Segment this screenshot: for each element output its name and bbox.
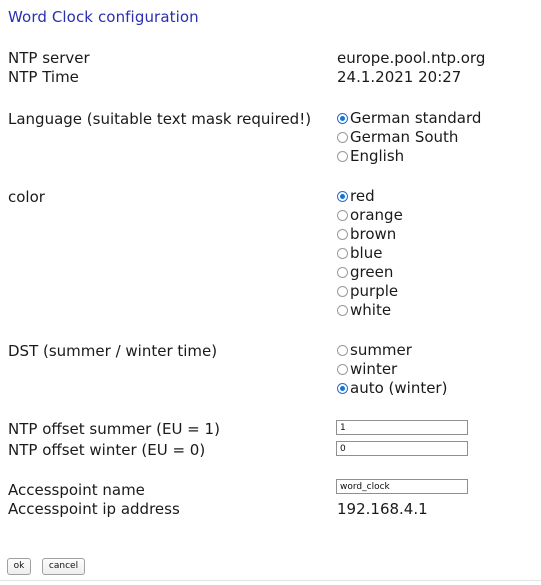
ntp-offset-summer-label: NTP offset summer (EU = 1) — [8, 420, 220, 438]
color-label: color — [8, 188, 45, 206]
ntp-offset-winter-input[interactable] — [336, 441, 468, 456]
radio-icon[interactable] — [337, 229, 348, 240]
color-option-label: blue — [350, 244, 383, 262]
ntp-offset-winter-label: NTP offset winter (EU = 0) — [8, 441, 206, 459]
dst-option-auto[interactable]: auto (winter) — [337, 379, 447, 398]
radio-icon[interactable] — [337, 345, 348, 356]
ntp-server-row: NTP server europe.pool.ntp.org — [0, 48, 541, 68]
color-option-label: brown — [350, 225, 397, 243]
radio-icon[interactable] — [337, 383, 348, 394]
dst-option-winter[interactable]: winter — [337, 360, 447, 379]
language-label: Language (suitable text mask required!) — [8, 110, 312, 128]
color-option-label: red — [350, 187, 375, 205]
language-radio-group[interactable]: German standard German South English — [337, 109, 481, 166]
radio-icon[interactable] — [337, 191, 348, 202]
dst-option-label: summer — [350, 341, 412, 359]
ntp-server-value: europe.pool.ntp.org — [337, 49, 486, 67]
color-option-white[interactable]: white — [337, 301, 403, 320]
accesspoint-ip-value: 192.168.4.1 — [337, 500, 428, 518]
color-option-brown[interactable]: brown — [337, 225, 403, 244]
language-option-german-standard[interactable]: German standard — [337, 109, 481, 128]
radio-icon[interactable] — [337, 305, 348, 316]
ntp-server-label: NTP server — [8, 49, 90, 67]
ntp-time-label: NTP Time — [8, 68, 79, 86]
dst-option-label: auto (winter) — [350, 379, 448, 397]
color-option-label: white — [350, 301, 392, 319]
footer-divider — [0, 580, 541, 581]
radio-icon[interactable] — [337, 248, 348, 259]
color-option-purple[interactable]: purple — [337, 282, 403, 301]
language-option-english[interactable]: English — [337, 147, 481, 166]
radio-icon[interactable] — [337, 132, 348, 143]
radio-icon[interactable] — [337, 151, 348, 162]
radio-icon[interactable] — [337, 364, 348, 375]
radio-icon[interactable] — [337, 113, 348, 124]
dst-option-summer[interactable]: summer — [337, 341, 447, 360]
ok-button[interactable]: ok — [7, 558, 31, 575]
accesspoint-ip-label: Accesspoint ip address — [8, 500, 180, 518]
accesspoint-name-label: Accesspoint name — [8, 481, 145, 499]
dst-row: DST (summer / winter time) — [0, 341, 541, 361]
dst-option-label: winter — [350, 360, 398, 378]
page-title: Word Clock configuration — [8, 8, 199, 26]
cancel-button[interactable]: cancel — [42, 558, 85, 575]
dst-label: DST (summer / winter time) — [8, 342, 218, 360]
radio-icon[interactable] — [337, 210, 348, 221]
color-option-label: purple — [350, 282, 399, 300]
config-page: Word Clock configuration NTP server euro… — [0, 0, 541, 585]
language-option-german-south[interactable]: German South — [337, 128, 481, 147]
color-option-label: green — [350, 263, 394, 281]
color-option-green[interactable]: green — [337, 263, 403, 282]
ntp-time-value: 24.1.2021 20:27 — [337, 68, 462, 86]
color-row: color — [0, 187, 541, 207]
ntp-time-row: NTP Time 24.1.2021 20:27 — [0, 67, 541, 87]
language-option-label: German standard — [350, 109, 482, 127]
color-option-blue[interactable]: blue — [337, 244, 403, 263]
color-option-red[interactable]: red — [337, 187, 403, 206]
accesspoint-ip-row: Accesspoint ip address 192.168.4.1 — [0, 499, 541, 519]
accesspoint-name-input[interactable] — [336, 479, 468, 494]
color-option-orange[interactable]: orange — [337, 206, 403, 225]
dst-radio-group[interactable]: summer winter auto (winter) — [337, 341, 447, 398]
ntp-offset-summer-input[interactable] — [336, 420, 468, 435]
radio-icon[interactable] — [337, 267, 348, 278]
language-option-label: German South — [350, 128, 459, 146]
language-option-label: English — [350, 147, 405, 165]
color-option-label: orange — [350, 206, 403, 224]
color-radio-group[interactable]: red orange brown blue green purple white — [337, 187, 403, 320]
radio-icon[interactable] — [337, 286, 348, 297]
